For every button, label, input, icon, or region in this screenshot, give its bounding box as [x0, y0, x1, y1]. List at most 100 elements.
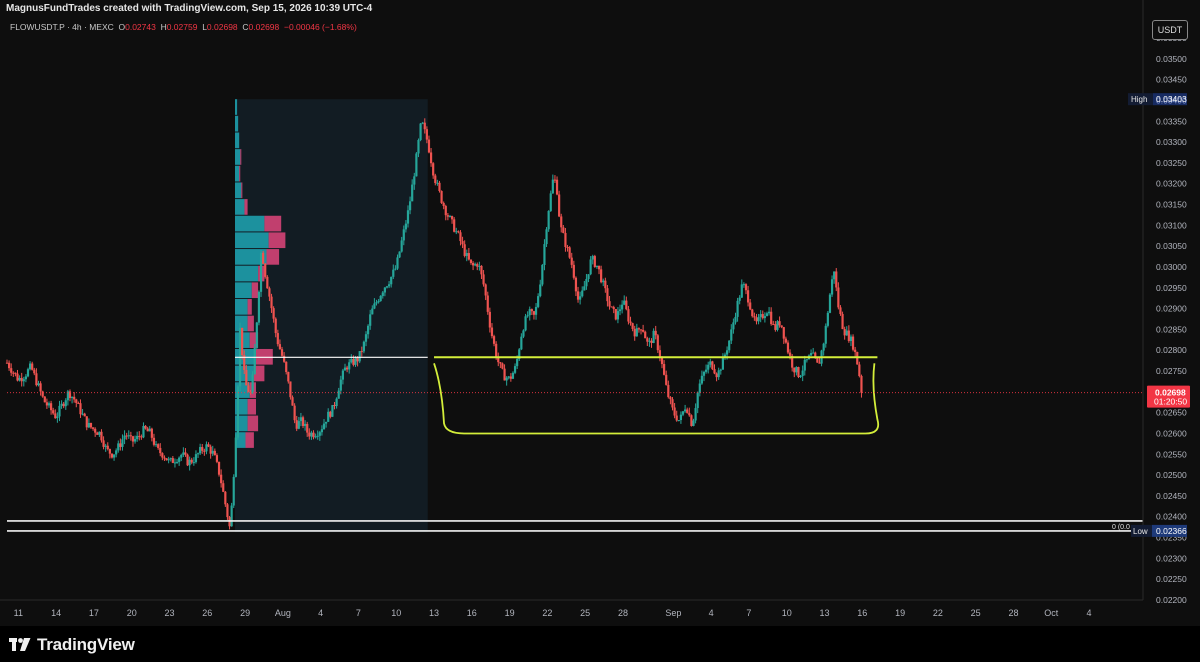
- time-tick-label: 28: [618, 608, 628, 618]
- time-tick-label: 10: [782, 608, 792, 618]
- candle-body: [245, 369, 248, 386]
- candle-body: [207, 444, 210, 447]
- candle-body: [801, 370, 804, 376]
- candle-body: [830, 279, 834, 295]
- candle-body: [700, 375, 703, 384]
- candle-body: [186, 454, 189, 466]
- candle-body: [222, 483, 225, 492]
- candle-body: [616, 311, 620, 320]
- chart-canvas[interactable]: 0 (0.0 0.035500.035000.034500.034000.033…: [0, 0, 1200, 626]
- candle-body: [568, 247, 571, 258]
- candle-body: [16, 373, 19, 381]
- volume-profile-row-up: [234, 232, 269, 249]
- candle-body: [564, 232, 567, 248]
- volume-profile-row-down: [247, 315, 254, 332]
- candle-body: [532, 311, 536, 315]
- candle-body: [343, 367, 347, 371]
- candle-body: [259, 252, 263, 292]
- candle-body: [555, 179, 559, 195]
- candle-body: [43, 396, 46, 403]
- candle-body: [663, 364, 666, 375]
- candle-body: [604, 280, 607, 289]
- candle-body: [795, 367, 798, 373]
- time-tick-label: Sep: [665, 608, 681, 618]
- candle-body: [627, 309, 630, 322]
- candle-body: [681, 411, 685, 415]
- volume-profile-row-down: [247, 398, 256, 415]
- candle-body: [497, 357, 500, 363]
- candle-body: [665, 374, 668, 385]
- time-tick-label: 20: [127, 608, 137, 618]
- candle-body: [385, 286, 389, 288]
- price-tick-label: 0.03000: [1156, 262, 1187, 272]
- candle-body: [793, 367, 796, 373]
- candle-body: [310, 432, 313, 437]
- candle-body: [121, 439, 124, 447]
- chart-frame[interactable]: 0 (0.0 0.035500.035000.034500.034000.033…: [0, 0, 1200, 662]
- candle-body: [28, 363, 32, 370]
- candle-body: [499, 362, 502, 364]
- time-tick-label: 10: [391, 608, 401, 618]
- candle-body: [696, 392, 699, 409]
- candle-body: [24, 376, 27, 380]
- candle-body: [637, 328, 641, 330]
- candle-body: [417, 140, 420, 154]
- candle-body: [356, 357, 359, 362]
- candle-body: [320, 429, 324, 433]
- candle-body: [257, 291, 261, 323]
- symbol-name[interactable]: FLOWUSDT.P · 4h · MEXC: [10, 22, 114, 32]
- candle-body: [824, 325, 827, 344]
- candle-body: [465, 253, 468, 256]
- price-tick-label: 0.03100: [1156, 220, 1187, 230]
- candle-body: [194, 454, 198, 463]
- candle-body: [551, 179, 554, 194]
- footer-bar: TradingView: [0, 626, 1200, 662]
- candle-body: [591, 256, 594, 260]
- candle-body: [784, 338, 787, 343]
- candle-body: [408, 201, 412, 211]
- candle-body: [394, 268, 397, 270]
- candle-body: [858, 364, 861, 377]
- candle-body: [224, 491, 227, 505]
- candle-body: [278, 344, 282, 350]
- tradingview-logo[interactable]: TradingView: [9, 634, 135, 656]
- volume-profile-row-up: [234, 149, 241, 165]
- candle-body: [58, 405, 61, 417]
- candle-body: [480, 265, 483, 275]
- currency-selector[interactable]: USDT: [1152, 20, 1188, 40]
- candle-body: [467, 253, 470, 260]
- candle-body: [83, 413, 86, 417]
- candle-body: [677, 420, 680, 422]
- candle-body: [841, 314, 844, 330]
- candle-body: [215, 455, 219, 462]
- candle-body: [503, 368, 506, 381]
- candle-body: [482, 274, 485, 285]
- volume-profile-row-down: [239, 165, 241, 182]
- candle-body: [306, 423, 309, 433]
- tradingview-logo-icon: [9, 638, 31, 651]
- candle-body: [127, 435, 130, 437]
- candle-body: [740, 284, 743, 298]
- candle-body: [646, 338, 649, 342]
- candle-body: [327, 411, 330, 422]
- change-value: −0.00046 (−1.68%): [284, 22, 357, 32]
- candle-body: [274, 318, 277, 334]
- volume-profile-row-down: [251, 282, 259, 299]
- candle-body: [94, 428, 97, 433]
- candle-body: [520, 336, 523, 350]
- candle-body: [138, 435, 141, 437]
- candle-body: [614, 309, 617, 320]
- bar-countdown: 01:20:50: [1154, 397, 1187, 407]
- candle-body: [545, 229, 548, 245]
- candle-body: [581, 290, 584, 297]
- candle-body: [461, 241, 464, 245]
- candle-body: [448, 216, 452, 218]
- candle-body: [537, 296, 540, 307]
- candle-body: [379, 295, 382, 301]
- candle-body: [560, 216, 563, 228]
- candle-body: [136, 435, 139, 440]
- candle-body: [608, 301, 611, 307]
- volume-profile-row-up: [234, 199, 245, 215]
- candle-body: [100, 431, 103, 441]
- candle-body: [780, 325, 783, 328]
